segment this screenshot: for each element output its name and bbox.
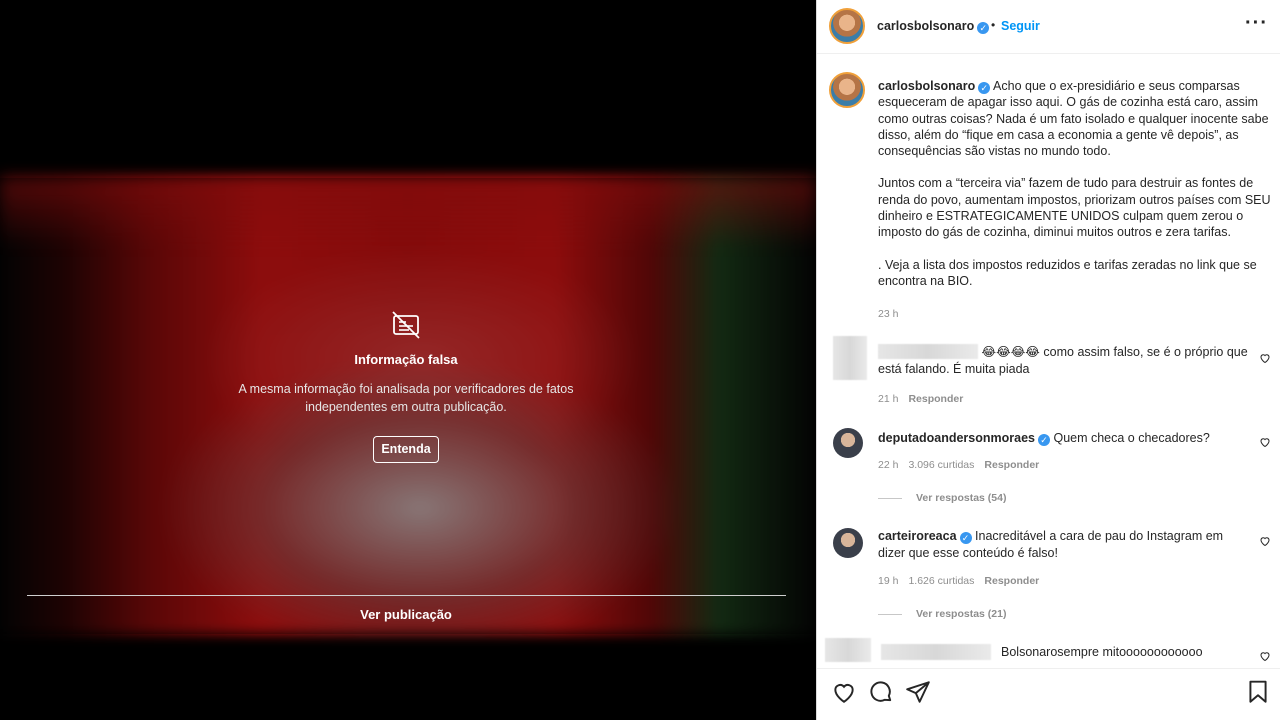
comment-username[interactable]: carteiroreaca — [878, 529, 957, 543]
learn-more-button[interactable]: Entenda — [373, 436, 439, 463]
caption-username[interactable]: carlosbolsonaro — [878, 79, 975, 93]
reply-button[interactable]: Responder — [908, 393, 963, 405]
comment-emojis: 😂😂😂😂 — [981, 345, 1040, 359]
comment-meta: 22 h 3.096 curtidas Responder — [878, 459, 1040, 471]
avatar[interactable] — [829, 8, 865, 44]
heart-icon[interactable] — [1259, 650, 1271, 662]
caption-paragraph-3: . Veja a lista dos impostos reduzidos e … — [878, 257, 1257, 288]
post-details-panel: carlosbolsonaro ✓ • Seguir ··· carlosbols… — [816, 0, 1280, 720]
post-timestamp[interactable]: 23 h — [878, 308, 898, 320]
blurred-avatar — [825, 638, 871, 662]
blurred-avatar — [833, 336, 867, 380]
reply-button[interactable]: Responder — [984, 459, 1039, 471]
false-info-icon — [392, 311, 420, 339]
verified-badge-icon: ✓ — [978, 82, 991, 94]
instagram-post-view: Informação falsa A mesma informação foi … — [0, 0, 1280, 720]
comment-text: Bolsonarosempre mitoooooooooooo — [1001, 645, 1203, 659]
verified-badge-icon: ✓ — [959, 532, 972, 544]
fact-check-description: A mesma informação foi analisada por ver… — [238, 382, 574, 414]
bookmark-icon[interactable] — [1245, 679, 1271, 705]
comment-meta: 19 h 1.626 curtidas Responder — [878, 575, 1040, 587]
comment-meta: 21 h Responder — [878, 393, 964, 405]
comment-text: deputadoandersonmoraes ✓ Quem checa o che… — [878, 431, 1210, 446]
avatar[interactable] — [833, 528, 863, 558]
heart-icon[interactable] — [1259, 436, 1271, 448]
caption-paragraph-2: Juntos com a “terceira via” fazem de tud… — [878, 176, 1271, 240]
username-link[interactable]: carlosbolsonaro ✓ — [877, 19, 990, 34]
blurred-username — [881, 644, 991, 660]
verified-badge-icon: ✓ — [1037, 434, 1050, 446]
fact-check-title: Informação falsa — [354, 352, 458, 367]
reply-button[interactable]: Responder — [984, 575, 1039, 587]
follow-button[interactable]: Seguir — [1001, 19, 1040, 33]
see-post-button[interactable]: Ver publicação — [0, 607, 812, 622]
view-replies-button[interactable]: Ver respostas (54) — [878, 492, 1006, 504]
comment-text: 😂😂😂😂 como assim falso, se é o próprio qu… — [878, 344, 1248, 376]
comment-icon[interactable] — [868, 679, 894, 705]
divider — [27, 595, 786, 596]
heart-icon[interactable] — [1259, 352, 1271, 364]
avatar[interactable] — [829, 72, 865, 108]
verified-badge-icon: ✓ — [977, 22, 990, 34]
view-replies-button[interactable]: Ver respostas (21) — [878, 608, 1006, 620]
blurred-username — [878, 344, 978, 359]
like-count[interactable]: 1.626 curtidas — [908, 575, 974, 587]
heart-icon[interactable] — [1259, 535, 1271, 547]
like-count[interactable]: 3.096 curtidas — [908, 459, 974, 471]
heart-icon[interactable] — [831, 679, 857, 705]
caption-text: carlosbolsonaro ✓ Acho que o ex-presidiár… — [878, 78, 1273, 305]
comment-username[interactable]: deputadoandersonmoraes — [878, 431, 1035, 445]
share-icon[interactable] — [905, 679, 931, 705]
comment-text: carteiroreaca ✓ Inacreditável a cara de p… — [878, 529, 1224, 560]
avatar[interactable] — [833, 428, 863, 458]
post-header: carlosbolsonaro ✓ • Seguir ··· — [817, 0, 1280, 54]
post-media: Informação falsa A mesma informação foi … — [0, 0, 816, 720]
more-options-icon[interactable]: ··· — [1245, 12, 1268, 35]
separator-dot: • — [991, 18, 996, 32]
action-bar — [817, 668, 1280, 720]
